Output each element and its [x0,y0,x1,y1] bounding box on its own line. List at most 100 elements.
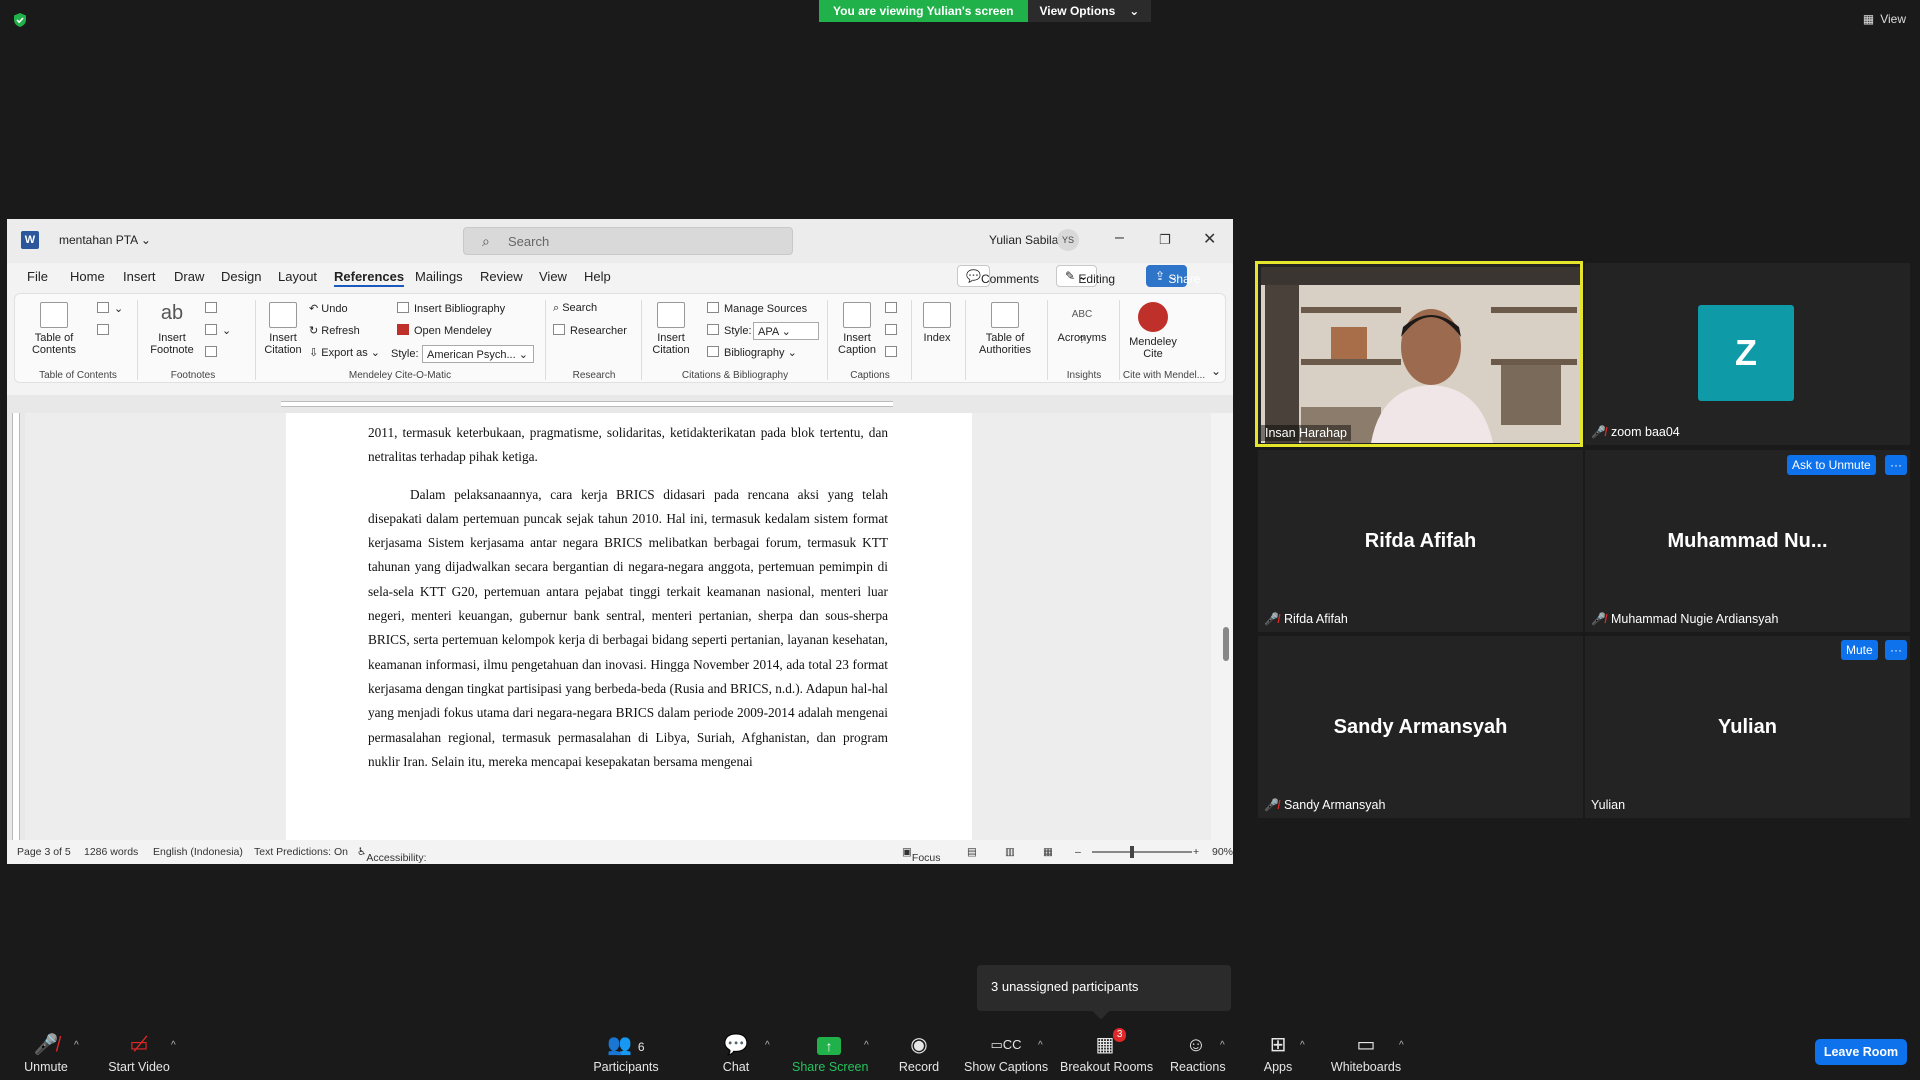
menu-help[interactable]: Help [584,269,611,284]
page-count[interactable]: Page 3 of 5 [17,846,71,858]
focus-button[interactable]: ▣ Focus [902,846,941,864]
word-search-box[interactable]: ⌕ Search [463,227,793,255]
zoom-out-icon[interactable]: – [1075,846,1081,858]
researcher-button[interactable]: Researcher [553,324,627,337]
zoom-level[interactable]: 90% [1212,846,1233,858]
document-area[interactable]: 2011, termasuk keterbukaan, pragmatisme,… [25,413,1211,840]
citation-style-dropdown[interactable]: APA ⌄ [753,322,819,340]
web-layout-icon[interactable]: ▦ [1043,846,1053,858]
insert-bibliography-button[interactable]: Insert Bibliography [397,302,505,315]
participants-button[interactable]: 👥 6 Participants [590,1032,662,1074]
record-button[interactable]: ◉ Record [896,1032,942,1074]
zoom-slider-knob[interactable] [1130,846,1134,858]
ribbon-expand-icon[interactable]: ⌄ [1211,364,1221,378]
participant-tile-zoom[interactable]: Z 🎤̸ zoom baa04 [1585,263,1910,445]
print-layout-icon[interactable]: ▥ [1005,846,1015,858]
menu-view[interactable]: View [539,269,567,284]
chat-button[interactable]: 💬 Chat [718,1032,754,1074]
view-options-button[interactable]: View Options ⌄ [1027,0,1152,22]
breakout-rooms-button[interactable]: ▦ 3 Breakout Rooms [1060,1028,1153,1074]
restore-icon[interactable]: ❐ [1159,232,1171,248]
document-name[interactable]: mentahan PTA ⌄ [59,233,151,247]
read-mode-icon[interactable]: ▤ [967,846,977,858]
vertical-ruler[interactable] [7,413,25,840]
open-mendeley-button[interactable]: Open Mendeley [397,324,492,337]
unmute-button[interactable]: 🎤̸ Unmute [20,1032,72,1074]
reactions-button[interactable]: ☺ Reactions [1170,1032,1226,1074]
video-options-caret[interactable]: ^ [171,1040,176,1051]
participant-tile-insan[interactable]: Insan Harahap [1255,261,1583,447]
menu-insert[interactable]: Insert [123,269,156,284]
captions-options-caret[interactable]: ^ [1038,1040,1043,1051]
whiteboards-options-caret[interactable]: ^ [1399,1040,1404,1051]
accessibility-status[interactable]: ♿ Accessibility: Good to go [357,846,427,864]
whiteboards-button[interactable]: ▭ Whiteboards [1330,1032,1402,1074]
security-shield-icon[interactable] [12,12,28,28]
show-captions-button[interactable]: ▭CC Show Captions [964,1032,1048,1074]
close-icon[interactable]: ✕ [1203,229,1216,249]
update-table-icon[interactable] [97,324,114,337]
comments-button[interactable]: 💬 Comments [957,265,1039,287]
apps-button[interactable]: ⊞ Apps [1262,1032,1294,1074]
menu-review[interactable]: Review [480,269,523,284]
update-table-of-figures-icon[interactable] [885,324,902,337]
language-status[interactable]: English (Indonesia) [153,846,243,858]
refresh-button[interactable]: ↻ Refresh [309,324,360,337]
menu-home[interactable]: Home [70,269,105,284]
insert-footnote-button[interactable]: ab Insert Footnote [143,302,201,356]
ask-to-unmute-button[interactable]: Ask to Unmute [1787,455,1876,475]
menu-mailings[interactable]: Mailings [415,269,463,284]
menu-design[interactable]: Design [221,269,261,284]
insert-table-of-figures-icon[interactable] [885,302,902,315]
document-text[interactable]: 2011, termasuk keterbukaan, pragmatisme,… [368,421,888,787]
mendeley-cite-button[interactable]: Mendeley Cite [1123,302,1183,360]
cross-reference-icon[interactable] [885,346,902,359]
participant-tile-yulian[interactable]: Mute ··· Yulian Yulian [1585,636,1910,818]
share-screen-button[interactable]: ↑ Share Screen [792,1032,868,1074]
horizontal-ruler[interactable] [7,395,1233,413]
insert-endnote-icon[interactable] [205,302,222,315]
scrollbar-thumb[interactable] [1223,627,1229,661]
zoom-slider[interactable] [1092,851,1192,853]
unassigned-participants-tooltip[interactable]: 3 unassigned participants [977,965,1231,1020]
participant-tile-rifda[interactable]: Rifda Afifah 🎤̸ Rifda Afifah [1258,450,1583,632]
menu-draw[interactable]: Draw [174,269,204,284]
text-predictions-status[interactable]: Text Predictions: On [254,846,348,858]
next-footnote-icon[interactable]: ⌄ [205,324,231,337]
acronyms-button[interactable]: ABC ? Acronyms [1051,302,1113,346]
word-count[interactable]: 1286 words [84,846,138,858]
bibliography-button[interactable]: Bibliography ⌄ [707,346,797,359]
mute-button[interactable]: Mute [1841,640,1878,660]
view-button[interactable]: ▦ View [1863,12,1906,26]
minimize-icon[interactable]: – [1115,229,1124,247]
menu-layout[interactable]: Layout [278,269,317,284]
more-options-button[interactable]: ··· [1885,455,1907,475]
search-button[interactable]: ⌕ Search [553,302,597,315]
participant-tile-sandy[interactable]: Sandy Armansyah 🎤̸ Sandy Armansyah [1258,636,1583,818]
apps-options-caret[interactable]: ^ [1300,1040,1305,1051]
document-scrollbar[interactable] [1211,413,1233,840]
add-text-icon[interactable]: ⌄ [97,302,123,315]
paragraph-2[interactable]: Dalam pelaksanaannya, cara kerja BRICS d… [368,483,888,775]
show-notes-icon[interactable] [205,346,222,359]
participant-tile-muhammad[interactable]: Ask to Unmute ··· Muhammad Nu... 🎤̸ Muha… [1585,450,1910,632]
share-button[interactable]: ⇪ Share ⌄ [1146,265,1200,287]
start-video-button[interactable]: ▭̸ Start Video [106,1032,172,1074]
share-options-caret[interactable]: ^ [864,1040,869,1051]
more-options-button[interactable]: ··· [1885,640,1907,660]
reactions-options-caret[interactable]: ^ [1220,1040,1225,1051]
menu-references[interactable]: References [334,269,405,287]
chat-options-caret[interactable]: ^ [765,1040,770,1051]
insert-citation-button[interactable]: Insert Citation [645,302,697,356]
export-as-button[interactable]: ⇩ Export as ⌄ [309,346,380,359]
menu-file[interactable]: File [27,269,48,284]
leave-room-button[interactable]: Leave Room [1815,1039,1907,1065]
zoom-in-icon[interactable]: + [1193,846,1199,858]
table-of-contents-button[interactable]: Table of Contents [23,302,85,356]
mendeley-insert-citation-button[interactable]: Insert Citation [257,302,309,356]
index-button[interactable]: Index [915,302,959,344]
table-of-authorities-button[interactable]: Table of Authorities [969,302,1041,356]
document-page[interactable]: 2011, termasuk keterbukaan, pragmatisme,… [286,413,972,840]
undo-button[interactable]: ↶ Undo [309,302,348,315]
insert-caption-button[interactable]: Insert Caption [833,302,881,356]
